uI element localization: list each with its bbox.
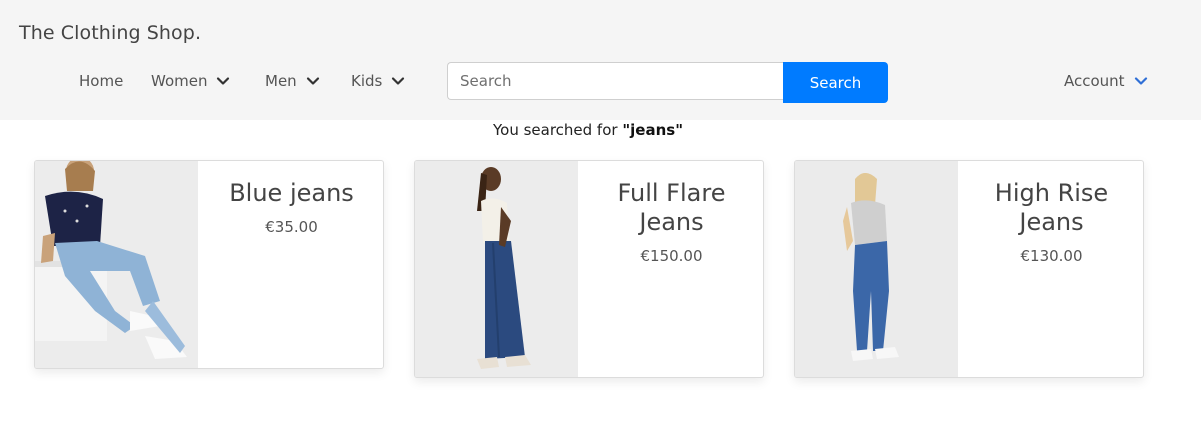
search-summary-prefix: You searched for (492, 121, 623, 139)
search-button[interactable]: Search (783, 62, 888, 103)
brand-logo[interactable]: The Clothing Shop. (19, 22, 201, 44)
account-menu[interactable]: Account (1064, 72, 1149, 90)
account-label: Account (1064, 72, 1125, 90)
product-price: €35.00 (265, 218, 318, 236)
product-price: €150.00 (640, 247, 703, 265)
nav-kids[interactable]: Kids (351, 72, 406, 90)
search-input[interactable] (447, 62, 783, 100)
product-card[interactable]: Blue jeans €35.00 (34, 160, 384, 369)
product-card[interactable]: High Rise Jeans €130.00 (794, 160, 1144, 378)
product-card[interactable]: Full Flare Jeans €150.00 (414, 160, 764, 378)
product-image[interactable] (415, 161, 578, 377)
product-image[interactable] (35, 161, 198, 368)
chevron-down-icon (305, 73, 321, 89)
product-info: Full Flare Jeans €150.00 (578, 161, 763, 265)
product-title[interactable]: Blue jeans (198, 179, 383, 208)
nav-men[interactable]: Men (265, 72, 321, 90)
nav-women[interactable]: Women (151, 72, 231, 90)
nav-men-label: Men (265, 72, 297, 90)
nav-home-label: Home (79, 72, 124, 90)
search-summary: You searched for "jeans" (0, 121, 1176, 139)
nav-kids-label: Kids (351, 72, 383, 90)
site-header: The Clothing Shop. Home Women Men Kids S… (0, 0, 1201, 120)
chevron-down-icon (215, 73, 231, 89)
product-title[interactable]: Full Flare Jeans (578, 179, 763, 237)
product-image[interactable] (795, 161, 958, 377)
nav-women-label: Women (151, 72, 208, 90)
chevron-down-icon (1133, 73, 1149, 89)
product-info: High Rise Jeans €130.00 (958, 161, 1143, 265)
search-query: "jeans" (622, 121, 684, 139)
product-info: Blue jeans €35.00 (198, 161, 383, 236)
nav-home[interactable]: Home (79, 72, 123, 90)
chevron-down-icon (390, 73, 406, 89)
product-title[interactable]: High Rise Jeans (958, 179, 1143, 237)
product-price: €130.00 (1020, 247, 1083, 265)
